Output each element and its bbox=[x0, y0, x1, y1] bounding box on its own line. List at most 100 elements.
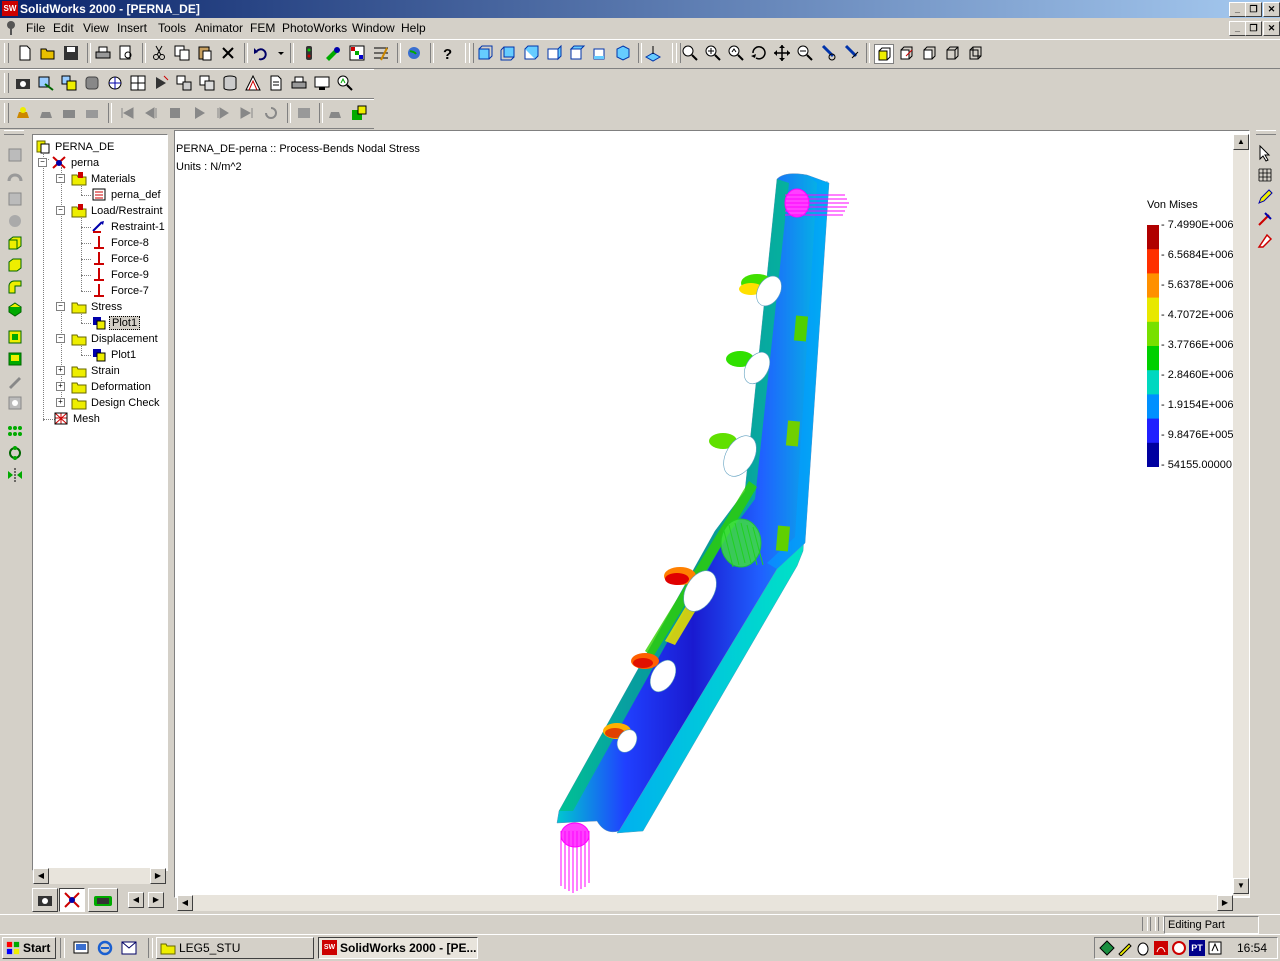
viewport-vertical-scrollbar[interactable]: ▲ ▼ bbox=[1233, 134, 1249, 896]
rib-icon[interactable] bbox=[6, 350, 24, 368]
fem-print-icon[interactable] bbox=[290, 74, 308, 92]
animator-explode-icon[interactable] bbox=[37, 104, 55, 122]
linear-pattern-icon[interactable] bbox=[6, 422, 24, 440]
restore-button[interactable]: ❐ bbox=[1245, 2, 1262, 17]
save-icon[interactable] bbox=[62, 44, 80, 62]
measure-icon[interactable] bbox=[842, 44, 860, 62]
print-preview-icon[interactable] bbox=[117, 44, 135, 62]
fem-restraint-icon[interactable] bbox=[83, 74, 101, 92]
circular-pattern-icon[interactable] bbox=[6, 444, 24, 462]
mouse-tray-icon[interactable] bbox=[1135, 940, 1151, 956]
tree-horizontal-scrollbar[interactable]: ◀ ▶ bbox=[33, 868, 166, 884]
stress-plot-model[interactable] bbox=[545, 171, 865, 898]
perspective-icon[interactable] bbox=[966, 44, 984, 62]
new-icon[interactable] bbox=[16, 44, 34, 62]
fem-display-icon[interactable] bbox=[313, 74, 331, 92]
animator-manager-tab[interactable] bbox=[88, 888, 118, 912]
display-tray-icon[interactable] bbox=[1207, 940, 1223, 956]
menu-tools[interactable]: Tools bbox=[158, 21, 186, 35]
select-pointer-icon[interactable] bbox=[1256, 144, 1274, 162]
open-icon[interactable] bbox=[39, 44, 57, 62]
shell-icon[interactable] bbox=[6, 328, 24, 346]
animator-rotate-icon[interactable] bbox=[83, 104, 101, 122]
menu-window[interactable]: Window bbox=[352, 21, 395, 35]
menu-file[interactable]: File bbox=[26, 21, 45, 35]
sweep-icon[interactable] bbox=[6, 190, 24, 208]
rotate-view-icon[interactable] bbox=[750, 44, 768, 62]
pin-icon[interactable] bbox=[5, 20, 17, 36]
undo-dropdown-icon[interactable] bbox=[272, 44, 284, 62]
fem-mesh-icon[interactable] bbox=[129, 74, 147, 92]
grid-icon[interactable] bbox=[348, 44, 366, 62]
add-relation-icon[interactable] bbox=[1256, 232, 1274, 250]
stop-icon[interactable] bbox=[166, 104, 184, 122]
doc-minimize-button[interactable]: _ bbox=[1229, 21, 1246, 36]
view-right-icon[interactable] bbox=[545, 44, 563, 62]
fem-cylinder-icon[interactable] bbox=[221, 74, 239, 92]
start-button[interactable]: Start bbox=[2, 937, 56, 959]
sketch-pencil-icon[interactable] bbox=[1256, 188, 1274, 206]
feature-manager-tab[interactable] bbox=[32, 888, 58, 912]
help-icon[interactable]: ? bbox=[438, 44, 456, 63]
fillet-icon[interactable] bbox=[6, 278, 24, 296]
viewport-horizontal-scrollbar[interactable]: ◀ ▶ bbox=[177, 895, 1233, 911]
step-back-icon[interactable] bbox=[142, 104, 160, 122]
view-left-icon[interactable] bbox=[522, 44, 540, 62]
tree-toggle-perna[interactable]: − bbox=[38, 158, 47, 167]
animator-record-icon[interactable] bbox=[326, 104, 344, 122]
task-leg5-stu[interactable]: LEG5_STU bbox=[156, 937, 314, 959]
tab-scroll-right-icon[interactable]: ▶ bbox=[148, 892, 164, 908]
menu-insert[interactable]: Insert bbox=[117, 21, 147, 35]
hidden-removed-icon[interactable] bbox=[920, 44, 938, 62]
web-icon[interactable] bbox=[405, 44, 423, 62]
chamfer-icon[interactable] bbox=[6, 300, 24, 318]
tree-toggle-loads[interactable]: − bbox=[56, 206, 65, 215]
animator-wizard-icon[interactable] bbox=[14, 104, 32, 122]
graphics-viewport[interactable]: PERNA_DE-perna :: Process-Bends Nodal St… bbox=[174, 130, 1250, 898]
antivirus-tray-icon[interactable] bbox=[1171, 940, 1187, 956]
outlook-icon[interactable] bbox=[120, 939, 138, 957]
scroll-down-icon[interactable]: ▼ bbox=[1233, 878, 1249, 894]
loft-icon[interactable] bbox=[6, 212, 24, 230]
sketch-icon[interactable] bbox=[6, 146, 24, 164]
cut-extrude-icon[interactable] bbox=[6, 256, 24, 274]
paste-icon[interactable] bbox=[196, 44, 214, 62]
fem-copy-icon[interactable] bbox=[198, 74, 216, 92]
view-back-icon[interactable] bbox=[499, 44, 517, 62]
fem-manager-tab[interactable] bbox=[59, 888, 85, 912]
fem-camera-icon[interactable] bbox=[14, 74, 32, 92]
show-desktop-icon[interactable] bbox=[72, 939, 90, 957]
zoom-area-icon[interactable] bbox=[704, 44, 722, 62]
print-icon[interactable] bbox=[94, 44, 112, 62]
animator-collapse-icon[interactable] bbox=[60, 104, 78, 122]
fem-result-icon[interactable] bbox=[175, 74, 193, 92]
fast-forward-icon[interactable] bbox=[238, 104, 256, 122]
hscroll-left-icon[interactable]: ◀ bbox=[177, 895, 193, 911]
tree-toggle-design-check[interactable]: + bbox=[56, 398, 65, 407]
play-icon[interactable] bbox=[190, 104, 208, 122]
step-forward-icon[interactable] bbox=[214, 104, 232, 122]
scroll-up-icon[interactable]: ▲ bbox=[1233, 134, 1249, 150]
doc-restore-button[interactable]: ❐ bbox=[1245, 21, 1262, 36]
menu-help[interactable]: Help bbox=[401, 21, 426, 35]
network-tray-icon[interactable] bbox=[1099, 940, 1115, 956]
zoom-in-out-icon[interactable] bbox=[727, 44, 745, 62]
hidden-in-gray-icon[interactable] bbox=[897, 44, 915, 62]
fem-study-icon[interactable] bbox=[37, 74, 55, 92]
menu-view[interactable]: View bbox=[83, 21, 109, 35]
tree-toggle-materials[interactable]: − bbox=[56, 174, 65, 183]
view-front-icon[interactable] bbox=[476, 44, 494, 62]
scheduler-tray-icon[interactable] bbox=[1117, 940, 1133, 956]
shaded-icon[interactable] bbox=[874, 44, 894, 64]
options-icon[interactable] bbox=[372, 44, 390, 62]
view-isometric-icon[interactable] bbox=[614, 44, 632, 62]
language-indicator[interactable]: PT bbox=[1189, 940, 1205, 956]
pan-icon[interactable] bbox=[773, 44, 791, 62]
menu-animator[interactable]: Animator bbox=[195, 21, 243, 35]
sketch-grid-icon[interactable] bbox=[1256, 166, 1274, 184]
zoom-selection-icon[interactable] bbox=[819, 44, 837, 62]
fem-run-icon[interactable] bbox=[152, 74, 170, 92]
internet-explorer-icon[interactable] bbox=[96, 939, 114, 957]
menu-edit[interactable]: Edit bbox=[53, 21, 74, 35]
task-solidworks[interactable]: SW SolidWorks 2000 - [PE... bbox=[318, 937, 478, 959]
